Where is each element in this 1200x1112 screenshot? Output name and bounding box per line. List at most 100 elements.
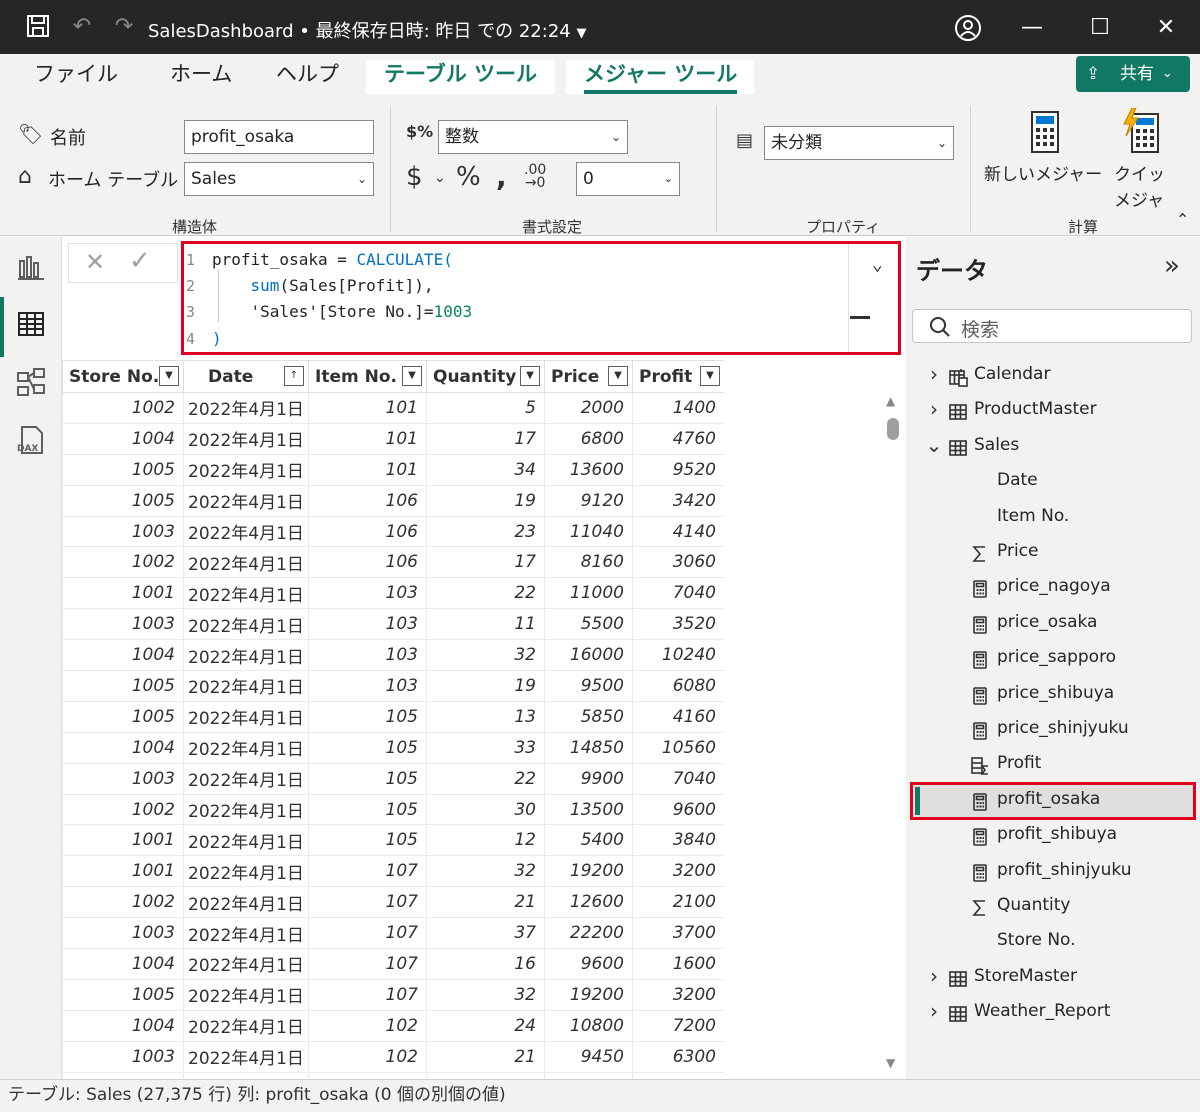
- table-cell[interactable]: 9900: [544, 762, 633, 795]
- table-cell[interactable]: 21: [426, 886, 545, 919]
- table-row[interactable]: 1001 2022年4月1日 103 22 11000 7040: [62, 577, 724, 610]
- model-view-icon[interactable]: [14, 365, 48, 399]
- table-cell[interactable]: 30: [426, 793, 545, 826]
- new-measure-button[interactable]: 新しいメジャー: [984, 160, 1102, 185]
- table-cell[interactable]: 107: [308, 855, 427, 888]
- table-row[interactable]: 1002 2022年4月1日 107 21 12600 2100: [62, 886, 724, 919]
- table-cell[interactable]: 1600: [632, 948, 724, 980]
- table-cell[interactable]: 4140: [632, 515, 724, 548]
- table-cell[interactable]: 23: [426, 515, 545, 548]
- table-cell[interactable]: 1002: [62, 886, 184, 919]
- table-cell[interactable]: 1003: [62, 762, 184, 795]
- table-cell[interactable]: 21: [426, 1040, 545, 1073]
- table-cell[interactable]: 8160: [544, 546, 633, 579]
- tree-field-profit-osaka[interactable]: profit_osaka: [968, 782, 1188, 816]
- table-cell[interactable]: 105: [308, 793, 427, 826]
- table-cell[interactable]: 3420: [632, 484, 724, 517]
- table-cell[interactable]: 1003: [62, 515, 184, 548]
- table-cell[interactable]: 33: [426, 731, 545, 764]
- tree-table-weather-report[interactable]: › Weather_Report: [924, 994, 1194, 1028]
- table-row[interactable]: 1004 2022年4月1日 107 16 9600 1600: [62, 948, 724, 980]
- table-cell[interactable]: 32: [426, 978, 545, 1011]
- table-cell[interactable]: 2022年4月1日: [183, 1040, 309, 1073]
- table-cell[interactable]: 3600: [632, 1071, 724, 1079]
- table-cell[interactable]: 2022年4月1日: [183, 392, 309, 424]
- formula-editor[interactable]: 1 profit_osaka = CALCULATE( 2 sum(Sales[…: [181, 241, 901, 355]
- tab-measure-tools[interactable]: メジャー ツール: [566, 60, 754, 94]
- table-cell[interactable]: 10560: [632, 731, 724, 764]
- chevron-right-icon[interactable]: ›: [924, 357, 944, 391]
- table-cell[interactable]: 1001: [62, 824, 184, 857]
- name-input[interactable]: profit_osaka: [184, 120, 374, 154]
- table-cell[interactable]: 19200: [544, 978, 633, 1011]
- table-row[interactable]: 1003 2022年4月1日 102 21 9450 6300: [62, 1040, 724, 1073]
- table-cell[interactable]: 2022年4月1日: [183, 1009, 309, 1042]
- column-filter-icon[interactable]: ▼: [520, 366, 540, 386]
- table-cell[interactable]: 32: [426, 855, 545, 888]
- table-cell[interactable]: 102: [308, 1040, 427, 1073]
- table-cell[interactable]: 6080: [632, 670, 724, 702]
- table-cell[interactable]: 1004: [62, 1009, 184, 1042]
- table-cell[interactable]: 12: [426, 1071, 545, 1079]
- table-row[interactable]: 1003 2022年4月1日 103 11 5500 3520: [62, 608, 724, 641]
- table-cell[interactable]: 1004: [62, 948, 184, 980]
- table-cell[interactable]: 1001: [62, 1071, 184, 1079]
- account-icon[interactable]: [948, 10, 988, 46]
- table-cell[interactable]: 7200: [632, 1009, 724, 1042]
- table-cell[interactable]: 32: [426, 639, 545, 672]
- table-cell[interactable]: 1003: [62, 1040, 184, 1073]
- table-row[interactable]: 1001 2022年4月1日 107 32 19200 3200: [62, 855, 724, 888]
- table-cell[interactable]: 2022年4月1日: [183, 1071, 309, 1079]
- table-cell[interactable]: 101: [308, 392, 427, 424]
- home-table-select[interactable]: Sales ⌄: [184, 162, 374, 196]
- save-icon[interactable]: [24, 13, 52, 41]
- table-row[interactable]: 10012022年4月1日1021254003600: [62, 1071, 724, 1079]
- table-cell[interactable]: 1004: [62, 422, 184, 455]
- table-cell[interactable]: 1005: [62, 484, 184, 517]
- table-cell[interactable]: 12600: [544, 886, 633, 919]
- table-cell[interactable]: 106: [308, 484, 427, 517]
- tree-field-date[interactable]: Date: [968, 463, 1188, 497]
- currency-dropdown-icon[interactable]: ⌄: [434, 170, 446, 186]
- table-cell[interactable]: 2022年4月1日: [183, 700, 309, 733]
- percent-icon[interactable]: %: [456, 162, 481, 192]
- collapse-ribbon-icon[interactable]: ⌃: [1176, 210, 1189, 229]
- table-cell[interactable]: 1005: [62, 453, 184, 486]
- minimize-button[interactable]: —: [1012, 10, 1052, 46]
- table-cell[interactable]: 3520: [632, 608, 724, 641]
- table-row[interactable]: 1001 2022年4月1日 105 12 5400 3840: [62, 824, 724, 857]
- tree-field-item-no-[interactable]: Item No.: [968, 499, 1188, 533]
- table-cell[interactable]: 11040: [544, 515, 633, 548]
- table-cell[interactable]: 2022年4月1日: [183, 577, 309, 610]
- table-cell[interactable]: 3700: [632, 917, 724, 950]
- tree-table-storemaster[interactable]: › StoreMaster: [924, 959, 1194, 993]
- table-cell[interactable]: 13: [426, 700, 545, 733]
- table-cell[interactable]: 2022年4月1日: [183, 608, 309, 641]
- table-row[interactable]: 1005 2022年4月1日 106 19 9120 3420: [62, 484, 724, 517]
- table-cell[interactable]: 9520: [632, 453, 724, 486]
- scroll-down-icon[interactable]: ▼: [886, 1056, 895, 1070]
- stepper-icon[interactable]: ⌃ ⌄: [664, 163, 673, 187]
- table-cell[interactable]: 13500: [544, 793, 633, 826]
- table-cell[interactable]: 1002: [62, 392, 184, 424]
- table-cell[interactable]: 1003: [62, 608, 184, 641]
- table-cell[interactable]: 1004: [62, 731, 184, 764]
- table-cell[interactable]: 1003: [62, 917, 184, 950]
- decimal-places-input[interactable]: 0 ⌃ ⌄: [576, 162, 680, 196]
- table-cell[interactable]: 103: [308, 639, 427, 672]
- table-cell[interactable]: 2022年4月1日: [183, 886, 309, 919]
- table-cell[interactable]: 3840: [632, 824, 724, 857]
- table-row[interactable]: 1005 2022年4月1日 105 13 5850 4160: [62, 700, 724, 733]
- table-cell[interactable]: 2022年4月1日: [183, 515, 309, 548]
- table-cell[interactable]: 9600: [544, 948, 633, 980]
- table-cell[interactable]: 7040: [632, 577, 724, 610]
- table-cell[interactable]: 19200: [544, 855, 633, 888]
- chevron-down-icon[interactable]: ⌄: [924, 428, 944, 462]
- table-row[interactable]: 1004 2022年4月1日 101 17 6800 4760: [62, 422, 724, 455]
- table-row[interactable]: 1005 2022年4月1日 101 34 13600 9520: [62, 453, 724, 486]
- table-row[interactable]: 1002 2022年4月1日 106 17 8160 3060: [62, 546, 724, 579]
- table-cell[interactable]: 107: [308, 886, 427, 919]
- table-cell[interactable]: 105: [308, 762, 427, 795]
- table-cell[interactable]: 1002: [62, 793, 184, 826]
- tab-help[interactable]: ヘルプ: [276, 60, 339, 94]
